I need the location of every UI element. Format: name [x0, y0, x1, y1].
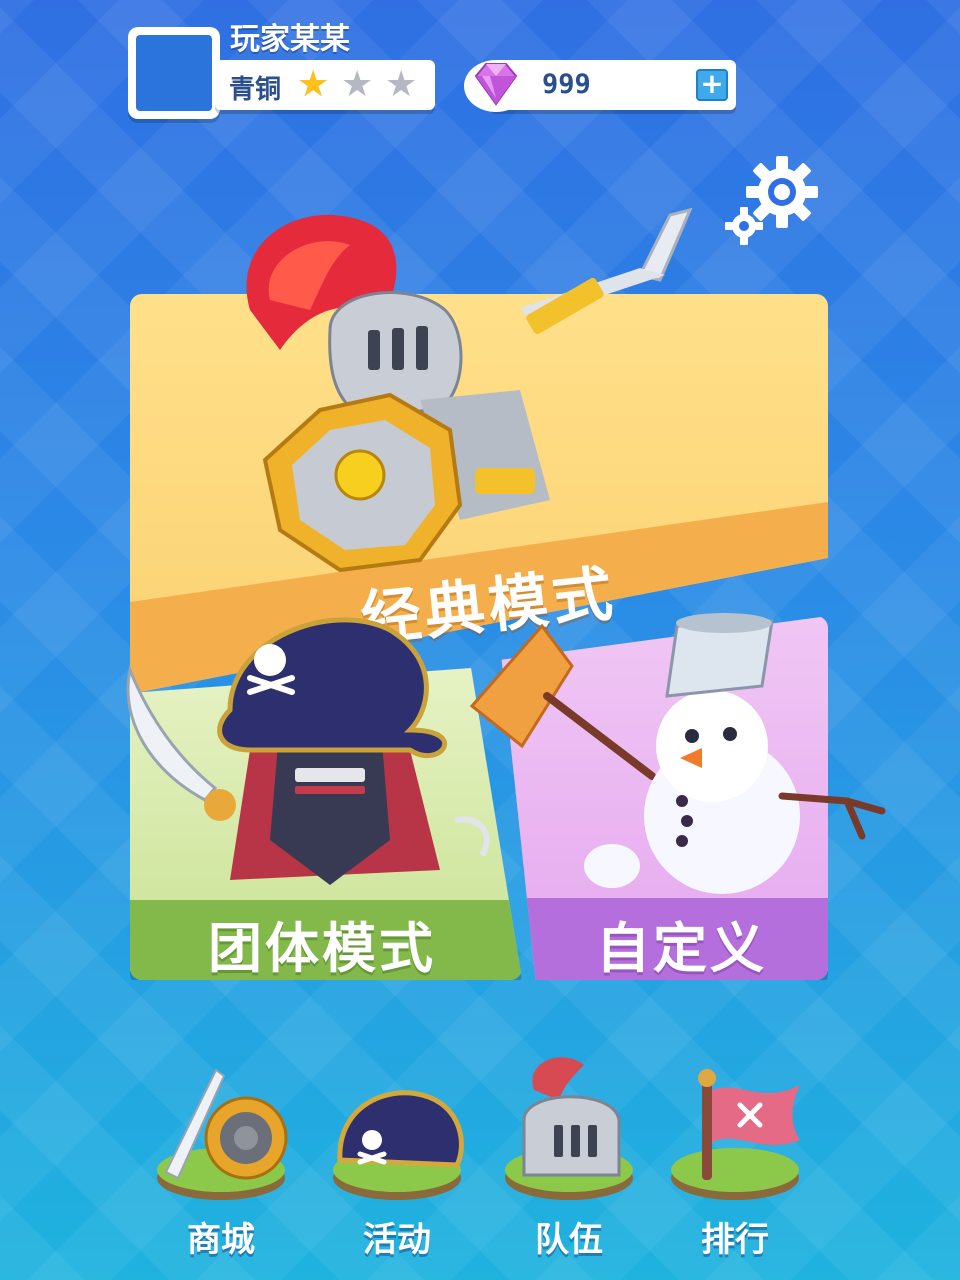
player-avatar[interactable]: [128, 27, 220, 119]
snowman-illustration: [469, 613, 886, 894]
nav-shop-label: 商城: [187, 1220, 255, 1260]
nav-team[interactable]: 队伍: [494, 1050, 644, 1260]
nav-events[interactable]: 活动: [322, 1050, 472, 1260]
team-mode-label: 团体模式: [208, 917, 436, 980]
shield-sword-icon: [157, 1068, 288, 1200]
nav-events-label: 活动: [363, 1220, 431, 1260]
nav-rank-label: 排行: [701, 1220, 769, 1260]
nav-rank[interactable]: 排行: [660, 1050, 810, 1260]
rank-panel: 青铜 ★ ★ ★: [215, 60, 435, 110]
add-gems-button[interactable]: +: [696, 69, 728, 101]
gem-count: 999: [542, 69, 591, 100]
nav-team-label: 队伍: [535, 1220, 603, 1260]
plus-icon: +: [700, 67, 724, 100]
player-name: 玩家某某: [230, 22, 350, 57]
star-empty-icon: ★: [341, 64, 374, 105]
diamond-icon: [464, 60, 528, 112]
pirate-illustration: [126, 617, 490, 885]
pirate-hat-icon: [333, 1090, 464, 1200]
nav-shop[interactable]: 商城: [146, 1050, 296, 1260]
avatar-placeholder: [136, 35, 212, 111]
rank-label: 青铜: [229, 75, 282, 105]
knight-illustration: [246, 207, 693, 573]
star-filled-icon: ★: [297, 64, 330, 105]
custom-mode-label: 自定义: [596, 917, 767, 980]
flag-icon: [671, 1069, 800, 1200]
star-empty-icon: ★: [385, 64, 418, 105]
knight-helmet-icon: [505, 1057, 633, 1200]
settings-gear-icon[interactable]: [722, 150, 826, 250]
